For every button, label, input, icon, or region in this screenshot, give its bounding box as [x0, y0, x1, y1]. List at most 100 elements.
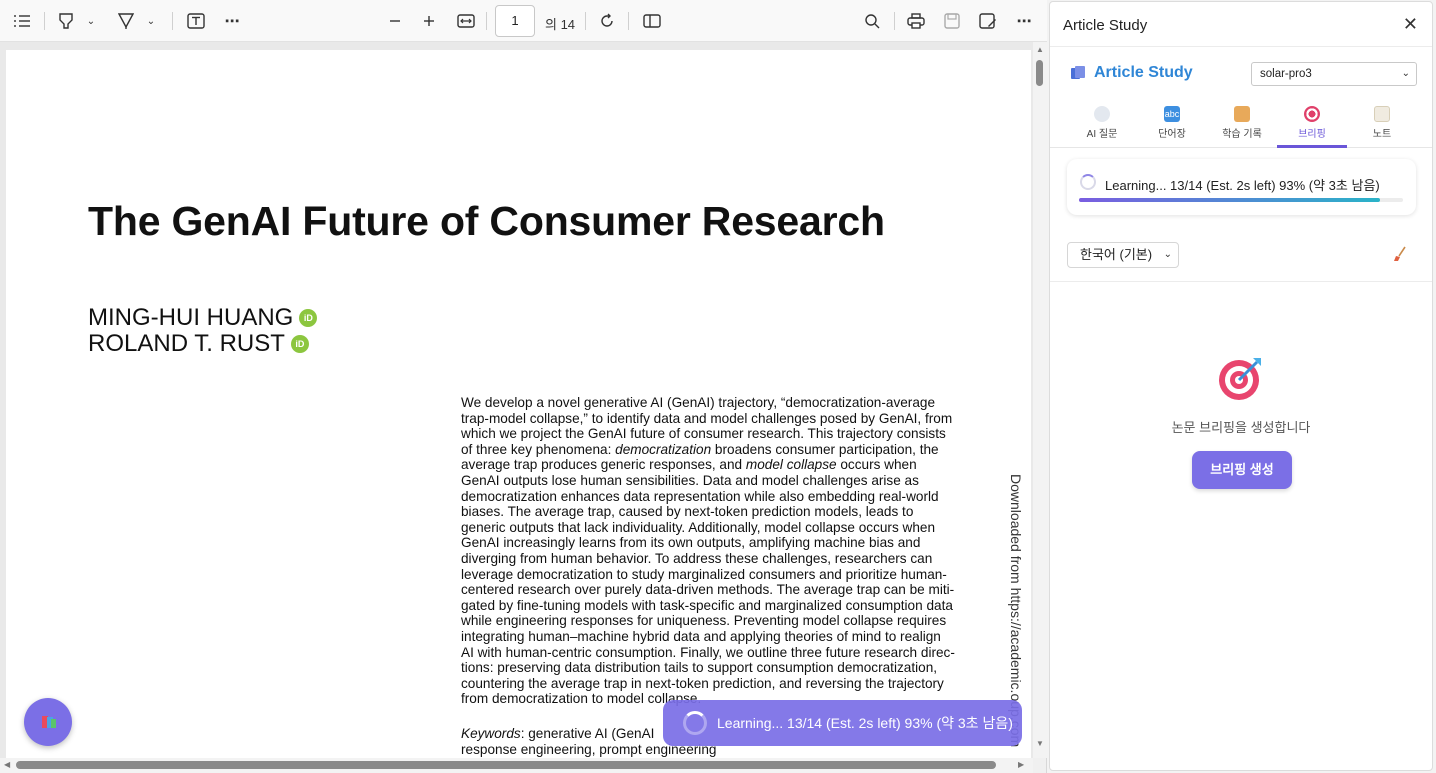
article-study-panel: Article Study ✕ Article Study solar-pro3… [1049, 1, 1433, 771]
section-divider [1050, 281, 1432, 282]
pdf-viewer: ⌄ ⌄ ⋯ 1 의 14 ⋯ The GenAI Future of Consu… [0, 0, 1047, 773]
tab-ai-question[interactable]: AI 질문 [1067, 100, 1137, 148]
abstract-line: biases. The average trap, caused by next… [461, 504, 914, 520]
abstract-line: AI with human-centric consumption. Final… [461, 644, 955, 660]
tab-label: 브리핑 [1298, 129, 1326, 140]
abstract-line: leverage democratization to study margin… [461, 566, 947, 582]
tab-label: 노트 [1372, 129, 1392, 140]
author-name-text: MING-HUI HUANG [88, 304, 294, 331]
tab-briefing[interactable]: 브리핑 [1277, 100, 1347, 148]
page-number-input[interactable]: 1 [495, 5, 535, 37]
save-icon[interactable] [942, 8, 962, 34]
page-total-label: 의 14 [545, 17, 576, 32]
article-study-launcher-button[interactable] [24, 698, 72, 746]
abstract-line: of three key phenomena: democratization … [461, 441, 939, 457]
search-icon[interactable] [862, 8, 882, 34]
abstract-line: average trap produces generic responses,… [461, 457, 917, 473]
tab-label: AI 질문 [1086, 129, 1118, 140]
abstract-line: GenAI outputs lose human sensibilities. … [461, 472, 919, 488]
books-icon [40, 713, 56, 731]
abstract-line: GenAI increasingly learns from its own o… [461, 535, 921, 551]
abc-icon: abc [1164, 106, 1180, 122]
vertical-scrollbar[interactable]: ▲ ▼ [1033, 42, 1047, 758]
save-as-icon[interactable] [978, 8, 998, 34]
model-selected-value: solar-pro3 [1260, 68, 1312, 80]
abstract-line: centered research over purely data-drive… [461, 582, 955, 598]
target-icon [1304, 106, 1320, 122]
text-box-icon[interactable] [186, 8, 206, 34]
learning-progress-toast: Learning... 13/14 (Est. 2s left) 93% (약 … [663, 700, 1022, 746]
tab-label: 단어장 [1158, 129, 1186, 140]
more-tools-icon[interactable]: ⋯ [222, 8, 242, 34]
abstract-line: We develop a novel generative AI (GenAI)… [461, 395, 936, 410]
progress-bar [1079, 198, 1403, 202]
pen-chevron-down-icon[interactable]: ⌄ [144, 8, 158, 34]
panel-tabs: AI 질문 abc 단어장 학습 기록 브리핑 노트 [1050, 100, 1432, 148]
tab-label: 학습 기록 [1222, 129, 1262, 140]
scroll-right-icon[interactable]: ▶ [1018, 760, 1024, 769]
orcid-icon[interactable]: iD [290, 335, 309, 353]
abstract-line: countering the average trap in next-toke… [461, 675, 944, 691]
brand-title: Article Study [1094, 64, 1193, 81]
toolbar-divider [628, 12, 629, 30]
scroll-icon [1234, 106, 1250, 122]
more-options-icon[interactable]: ⋯ [1014, 8, 1034, 34]
abstract-line: tions: preserving data distribution tail… [461, 660, 938, 676]
generate-briefing-button[interactable]: 브리핑 생성 [1192, 451, 1292, 489]
toolbar-divider [486, 12, 487, 30]
pen-icon[interactable] [116, 8, 136, 34]
language-select[interactable]: 한국어 (기본) ⌄ [1067, 242, 1179, 268]
close-icon[interactable]: ✕ [1403, 14, 1418, 35]
horizontal-scrollbar[interactable]: ◀ ▶ [0, 758, 1033, 773]
panel-title: Article Study [1063, 17, 1148, 34]
loading-spinner-icon [1080, 174, 1096, 190]
pdf-toolbar: ⌄ ⌄ ⋯ 1 의 14 ⋯ [0, 0, 1047, 42]
zoom-in-icon[interactable] [420, 8, 438, 34]
highlighter-icon[interactable] [56, 8, 76, 34]
keywords-label: Keywords [461, 726, 521, 741]
toast-text: Learning... 13/14 (Est. 2s left) 93% (약 … [717, 715, 1013, 731]
learning-progress-card: Learning... 13/14 (Est. 2s left) 93% (약 … [1067, 159, 1416, 215]
keywords-text: : generative AI (GenAI [520, 726, 655, 741]
app-window: ⌄ ⌄ ⋯ 1 의 14 ⋯ The GenAI Future of Consu… [0, 0, 1436, 773]
tab-vocabulary[interactable]: abc 단어장 [1137, 100, 1207, 148]
fit-width-icon[interactable] [456, 8, 476, 34]
tab-study-history[interactable]: 학습 기록 [1207, 100, 1277, 148]
toolbar-divider [44, 12, 45, 30]
chat-bubble-icon [1094, 106, 1110, 122]
clear-brush-icon[interactable] [1393, 246, 1407, 262]
abstract-line: trap-model collapse,” to identify data a… [461, 410, 953, 426]
model-select[interactable]: solar-pro3 ⌄ [1251, 62, 1417, 86]
active-tab-indicator [1277, 145, 1347, 148]
brand-header: Article Study [1070, 64, 1193, 82]
scroll-left-icon[interactable]: ◀ [4, 760, 10, 769]
scroll-down-icon[interactable]: ▼ [1036, 739, 1044, 748]
progress-bar-fill [1079, 198, 1381, 202]
books-icon [1070, 65, 1086, 81]
abstract-line: integrating human–machine hybrid data an… [461, 628, 941, 644]
toolbar-divider [585, 12, 586, 30]
tab-notes[interactable]: 노트 [1347, 100, 1417, 148]
panel-header: Article Study ✕ [1050, 2, 1432, 47]
abstract-line: gated by fine-tuning models with task-sp… [461, 597, 953, 613]
document-area[interactable]: The GenAI Future of Consumer Research MI… [0, 42, 1033, 758]
paper-title: The GenAI Future of Consumer Research [88, 198, 885, 244]
chevron-down-icon: ⌄ [1163, 249, 1172, 260]
scroll-up-icon[interactable]: ▲ [1036, 45, 1044, 54]
table-of-contents-icon[interactable] [12, 8, 32, 34]
abstract-line: which we project the GenAI future of con… [461, 426, 946, 442]
page-view-icon[interactable] [642, 8, 662, 34]
highlighter-chevron-down-icon[interactable]: ⌄ [84, 8, 98, 34]
horizontal-scroll-thumb[interactable] [16, 761, 996, 769]
vertical-scroll-thumb[interactable] [1036, 60, 1043, 86]
abstract: We develop a novel generative AI (GenAI)… [461, 395, 963, 707]
memo-icon [1374, 106, 1390, 122]
loading-spinner-icon [683, 711, 707, 735]
target-icon [1217, 354, 1265, 402]
rotate-icon[interactable] [597, 8, 617, 34]
abstract-line: diverging from human behavior. To addres… [461, 550, 933, 566]
zoom-out-icon[interactable] [386, 8, 404, 34]
orcid-icon[interactable]: iD [299, 309, 318, 327]
author-name-text: ROLAND T. RUST [88, 330, 285, 357]
print-icon[interactable] [906, 8, 926, 34]
